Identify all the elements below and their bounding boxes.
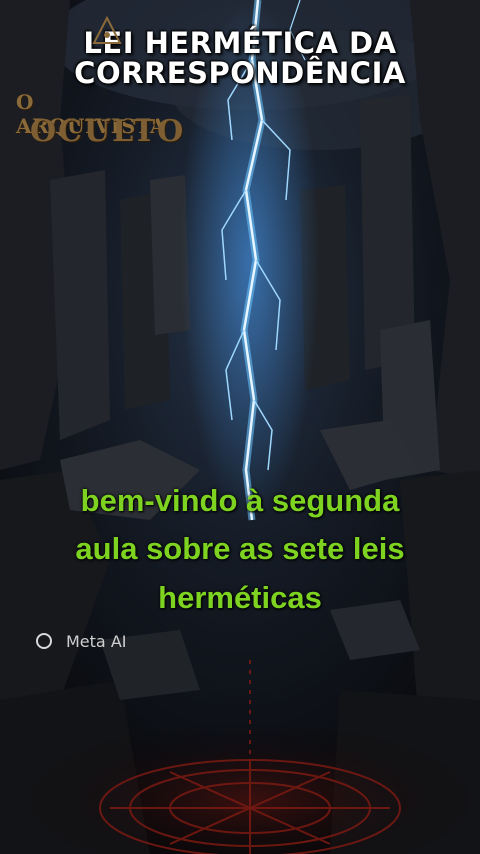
caption-line-3: herméticas (158, 580, 322, 615)
triangle-eye-icon (92, 16, 122, 44)
video-title-line-1: LEI HERMÉTICA DA (83, 26, 397, 60)
meta-ai-badge[interactable]: Meta AI (36, 628, 126, 654)
channel-logo: O ARQUIVISTA OCULTO (14, 16, 183, 154)
caption-line-2: aula sobre as sete leis (75, 531, 405, 566)
caption-line-1: bem-vindo à segunda (80, 483, 400, 518)
meta-ai-label: Meta AI (66, 631, 127, 651)
logo-text-line-2: OCULTO (30, 114, 186, 149)
meta-ai-ring-icon (36, 633, 52, 649)
